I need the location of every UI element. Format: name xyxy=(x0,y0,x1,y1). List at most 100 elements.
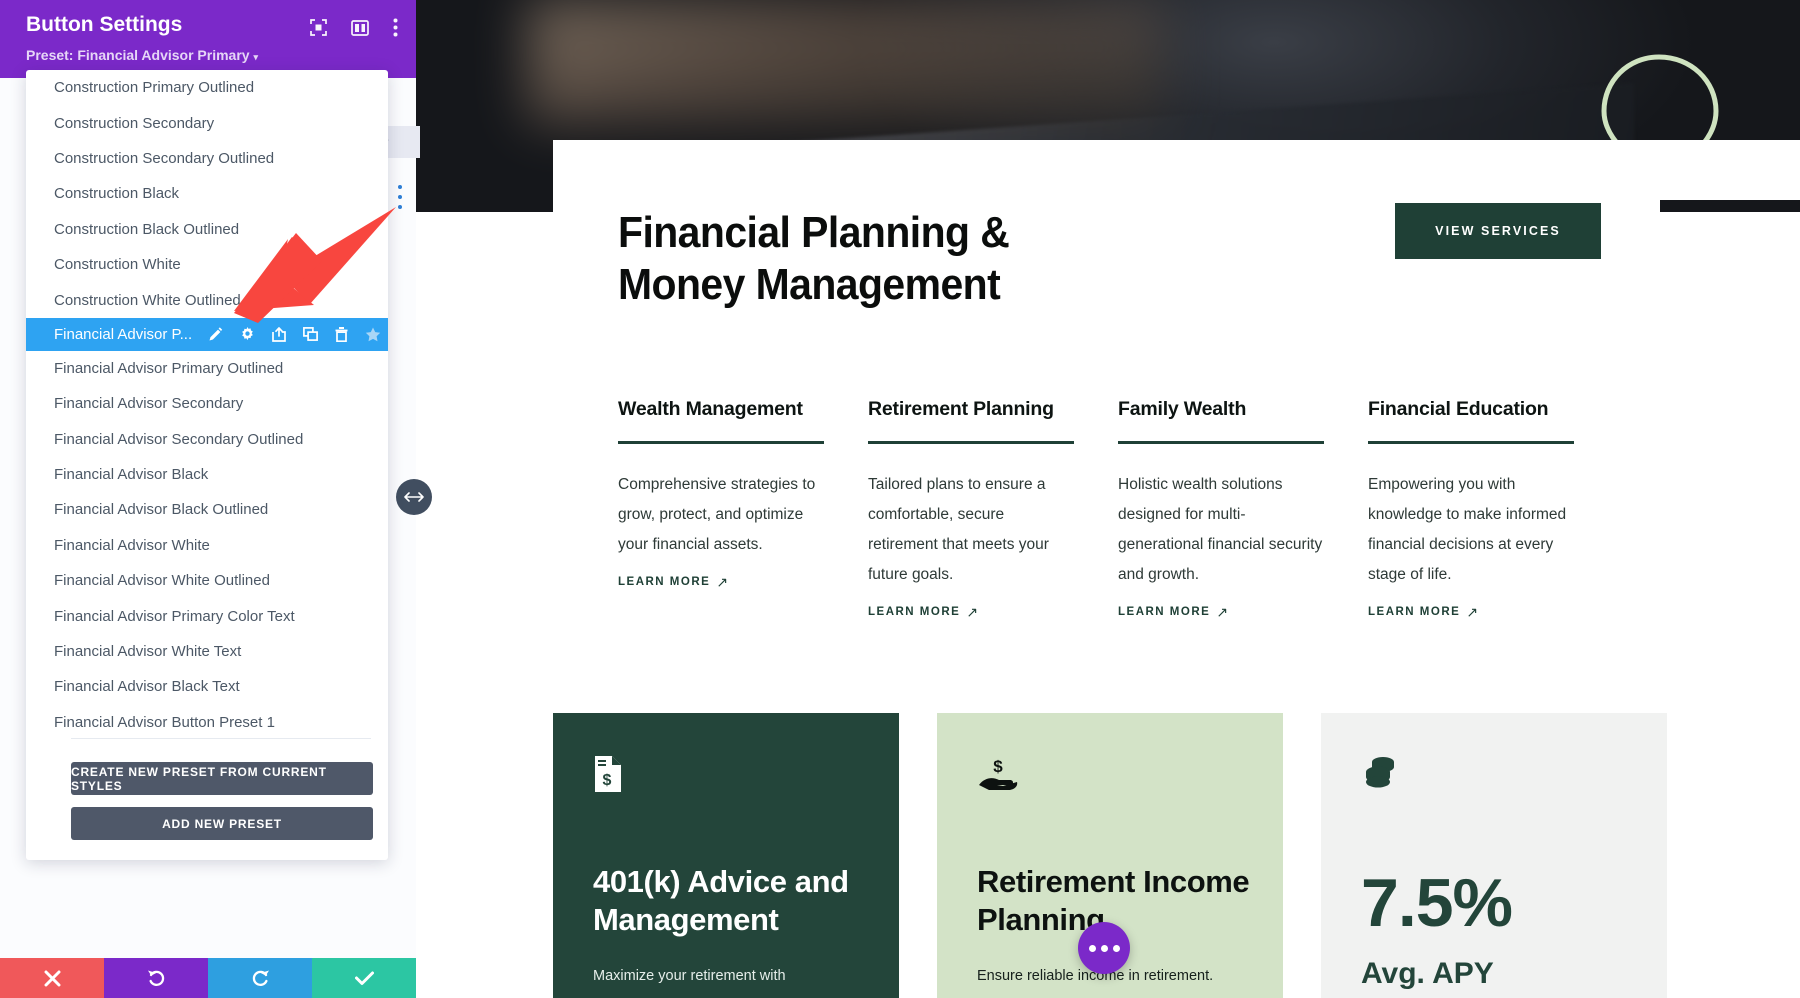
service-body: Holistic wealth solutions designed for m… xyxy=(1118,475,1323,583)
service-column-family-wealth: Family Wealth Holistic wealth solutions … xyxy=(1118,398,1368,621)
hero-white-panel-edge xyxy=(1660,140,1800,200)
fab-dot xyxy=(1088,944,1096,952)
service-learn-more-link[interactable]: LEARN MORE ↗ xyxy=(868,604,980,621)
arrow-up-right-icon: ↗ xyxy=(966,603,980,620)
feature-card-401k[interactable]: $ 401(k) Advice and Management Maximize … xyxy=(553,713,899,998)
preset-item[interactable]: Construction Black Outlined xyxy=(26,212,388,247)
create-preset-label: CREATE NEW PRESET FROM CURRENT STYLES xyxy=(71,764,327,793)
service-title: Financial Education xyxy=(1368,398,1549,420)
service-learn-more-link[interactable]: LEARN MORE ↗ xyxy=(1118,604,1230,621)
service-learn-more-link[interactable]: LEARN MORE ↗ xyxy=(618,574,730,591)
dropdown-actions: CREATE NEW PRESET FROM CURRENT STYLES AD… xyxy=(71,762,373,852)
document-dollar-icon: $ xyxy=(593,755,859,809)
preset-dropdown: Construction Primary Outlined Constructi… xyxy=(26,70,388,860)
preset-item[interactable]: Construction Black xyxy=(26,176,388,211)
page-title-line1: Financial Planning & xyxy=(618,208,1010,257)
preset-item[interactable]: Financial Advisor Black Text xyxy=(26,669,388,704)
preset-item[interactable]: Financial Advisor Secondary xyxy=(26,386,388,421)
service-divider xyxy=(618,441,824,444)
preset-item[interactable]: Construction White Outlined xyxy=(26,282,388,317)
preset-item-label: Financial Advisor Black Text xyxy=(54,678,240,696)
service-title: Retirement Planning xyxy=(868,398,1054,420)
feature-card-body: Maximize your retirement with xyxy=(593,968,786,984)
preset-item[interactable]: Financial Advisor Black Outlined xyxy=(26,492,388,527)
fab-dot xyxy=(1112,944,1120,952)
screen: Financial Planning & Money Management VI… xyxy=(0,0,1800,998)
preset-item[interactable]: Financial Advisor Black xyxy=(26,457,388,492)
preset-item-label: Financial Advisor Primary Color Text xyxy=(54,607,295,625)
preset-item-label: Construction White Outlined xyxy=(54,291,241,309)
discard-changes-button[interactable] xyxy=(0,958,104,998)
preset-item-label: Construction Secondary xyxy=(54,114,215,132)
default-star-icon[interactable] xyxy=(365,327,381,342)
service-column-financial-education: Financial Education Empowering you with … xyxy=(1368,398,1618,621)
preset-item[interactable]: Construction Secondary xyxy=(26,105,388,140)
layout-columns-icon[interactable] xyxy=(351,19,369,36)
builder-menu-fab[interactable] xyxy=(1078,922,1130,974)
preset-item-label: Financial Advisor Secondary Outlined xyxy=(54,430,304,448)
duplicate-icon[interactable] xyxy=(303,327,319,342)
preset-item[interactable]: Construction White xyxy=(26,247,388,282)
fab-dot xyxy=(1100,944,1108,952)
focus-target-icon[interactable] xyxy=(310,19,327,36)
add-new-preset-button[interactable]: ADD NEW PRESET xyxy=(71,807,373,840)
feature-card-body: Ensure reliable income in retirement. xyxy=(977,968,1214,984)
coin-stack-icon xyxy=(1361,755,1627,809)
view-services-button[interactable]: VIEW SERVICES xyxy=(1395,203,1601,259)
preset-item-label: Financial Advisor White Outlined xyxy=(54,572,270,590)
learn-more-label: LEARN MORE xyxy=(1118,606,1211,618)
service-body: Comprehensive strategies to grow, protec… xyxy=(618,475,816,553)
preset-item[interactable]: Construction Secondary Outlined xyxy=(26,141,388,176)
redo-button[interactable] xyxy=(208,958,312,998)
chevron-down-icon: ▾ xyxy=(253,52,258,62)
preset-item[interactable]: Financial Advisor Secondary Outlined xyxy=(26,422,388,457)
preset-item[interactable]: Financial Advisor White Outlined xyxy=(26,563,388,598)
svg-text:$: $ xyxy=(993,757,1003,776)
preset-item[interactable]: Financial Advisor Primary Color Text xyxy=(26,598,388,633)
service-column-wealth-management: Wealth Management Comprehensive strategi… xyxy=(618,398,868,621)
dropdown-divider xyxy=(71,738,371,739)
arrow-up-right-icon: ↗ xyxy=(716,573,730,590)
preset-item-label: Financial Advisor White xyxy=(54,536,210,554)
create-preset-from-styles-button[interactable]: CREATE NEW PRESET FROM CURRENT STYLES xyxy=(71,762,373,795)
rename-pencil-icon[interactable] xyxy=(208,327,223,342)
modal-header: Button Settings Preset: Financial Adviso… xyxy=(0,0,416,78)
settings-gear-icon[interactable] xyxy=(240,326,255,342)
page-title: Financial Planning & Money Management xyxy=(618,207,1213,311)
delete-trash-icon[interactable] xyxy=(335,326,348,342)
preset-item-label: Financial Advisor P... xyxy=(54,325,193,343)
preset-name: Financial Advisor Primary xyxy=(77,47,250,63)
feature-card-title: 401(k) Advice and Management xyxy=(593,864,849,938)
preset-item[interactable]: Financial Advisor White xyxy=(26,528,388,563)
preset-item-label: Financial Advisor Black xyxy=(54,466,209,484)
stat-label: Avg. APY xyxy=(1361,957,1494,990)
preset-item[interactable]: Financial Advisor White Text xyxy=(26,634,388,669)
add-preset-label: ADD NEW PRESET xyxy=(162,816,282,831)
svg-text:$: $ xyxy=(603,772,612,789)
preset-item[interactable]: Financial Advisor Button Preset 1 xyxy=(26,705,388,730)
service-divider xyxy=(868,441,1074,444)
preset-item-label: Financial Advisor Black Outlined xyxy=(54,501,269,519)
stat-value: 7.5% xyxy=(1361,865,1513,942)
preset-item[interactable]: Financial Advisor Primary Outlined xyxy=(26,351,388,386)
undo-button[interactable] xyxy=(104,958,208,998)
preset-item-label: Construction Black Outlined xyxy=(54,220,240,238)
preset-item-label: Financial Advisor Secondary xyxy=(54,395,244,413)
service-learn-more-link[interactable]: LEARN MORE ↗ xyxy=(1368,604,1480,621)
preset-list[interactable]: Construction Primary Outlined Constructi… xyxy=(26,70,388,730)
preset-item-label: Financial Advisor White Text xyxy=(54,643,242,661)
preset-item-selected[interactable]: Financial Advisor P... xyxy=(26,317,388,351)
preset-selector[interactable]: Preset: Financial Advisor Primary ▾ xyxy=(26,47,258,63)
service-title: Family Wealth xyxy=(1118,398,1247,420)
preset-item-label: Construction White xyxy=(54,256,181,274)
modal-header-actions xyxy=(310,18,398,37)
service-divider xyxy=(1368,441,1574,444)
feature-card-apy-stat[interactable]: 7.5% Avg. APY xyxy=(1321,713,1667,998)
preset-item[interactable]: Construction Primary Outlined xyxy=(26,70,388,105)
save-changes-button[interactable] xyxy=(312,958,416,998)
service-divider xyxy=(1118,441,1324,444)
feature-card-title: Retirement Income Planning xyxy=(977,864,1250,938)
preset-item-actions xyxy=(208,326,381,342)
kebab-menu-icon[interactable] xyxy=(393,18,398,37)
export-icon[interactable] xyxy=(272,326,286,342)
